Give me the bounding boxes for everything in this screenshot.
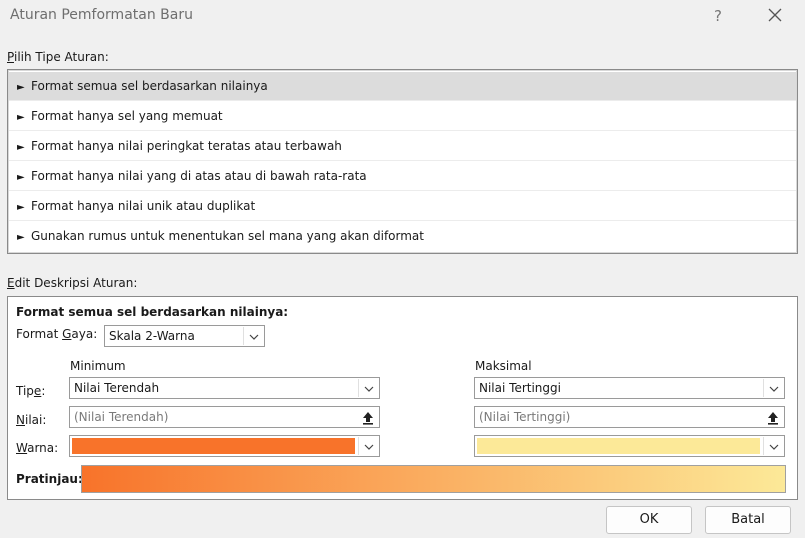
triangle-right-icon: ► [17, 232, 25, 243]
rule-item-top-bottom[interactable]: ► Format hanya nilai peringkat teratas at… [9, 132, 796, 161]
triangle-right-icon: ► [17, 172, 25, 183]
triangle-right-icon: ► [17, 202, 25, 213]
rule-description-label: Edit Deskripsi Aturan: [7, 276, 138, 290]
rule-item-all-cells[interactable]: ► Format semua sel berdasarkan nilainya [9, 72, 796, 101]
maximum-header: Maksimal [475, 359, 532, 373]
max-type-dropdown[interactable]: Nilai Tertinggi [474, 377, 785, 399]
max-value-input[interactable]: (Nilai Tertinggi) [474, 406, 785, 428]
format-style-dropdown[interactable]: Skala 2-Warna [104, 325, 265, 347]
min-type-dropdown[interactable]: Nilai Terendah [69, 377, 380, 399]
max-color-swatch [477, 438, 760, 454]
rule-item-unique-duplicate[interactable]: ► Format hanya nilai unik atau duplikat [9, 192, 796, 221]
min-color-picker[interactable] [69, 435, 380, 457]
window-title: Aturan Pemformatan Baru [10, 7, 193, 23]
max-color-picker[interactable] [474, 435, 785, 457]
range-select-icon[interactable] [763, 408, 783, 426]
rule-type-label: Pilih Tipe Aturan: [7, 50, 109, 64]
preview-label: Pratinjau: [16, 472, 83, 486]
triangle-right-icon: ► [17, 82, 25, 93]
chevron-down-icon [763, 379, 783, 397]
format-style-label: Format Gaya: [16, 327, 98, 341]
type-label: Tipe: [16, 384, 46, 398]
rule-item-formula[interactable]: ► Gunakan rumus untuk menentukan sel mana… [9, 222, 796, 251]
rule-type-list[interactable]: ► Format semua sel berdasarkan nilainya ►… [7, 69, 798, 254]
help-icon: ? [714, 7, 722, 25]
chevron-down-icon [358, 437, 378, 455]
range-select-icon[interactable] [358, 408, 378, 426]
chevron-down-icon [358, 379, 378, 397]
chevron-down-icon [763, 437, 783, 455]
min-value-input[interactable]: (Nilai Terendah) [69, 406, 380, 428]
min-color-swatch [72, 438, 355, 454]
close-icon [768, 8, 782, 22]
chevron-down-icon [243, 327, 263, 345]
color-label: Warna: [16, 441, 59, 455]
rule-item-above-below-average[interactable]: ► Format hanya nilai yang di atas atau di… [9, 162, 796, 191]
cancel-button[interactable]: Batal [705, 506, 791, 534]
close-button[interactable] [762, 4, 788, 28]
ok-button[interactable]: OK [606, 506, 692, 534]
triangle-right-icon: ► [17, 142, 25, 153]
description-heading: Format semua sel berdasarkan nilainya: [16, 305, 289, 319]
rule-item-cells-containing[interactable]: ► Format hanya sel yang memuat [9, 102, 796, 131]
value-label: Nilai: [16, 413, 47, 427]
triangle-right-icon: ► [17, 112, 25, 123]
help-button[interactable]: ? [705, 4, 731, 28]
preview-gradient [81, 465, 786, 493]
minimum-header: Minimum [70, 359, 126, 373]
